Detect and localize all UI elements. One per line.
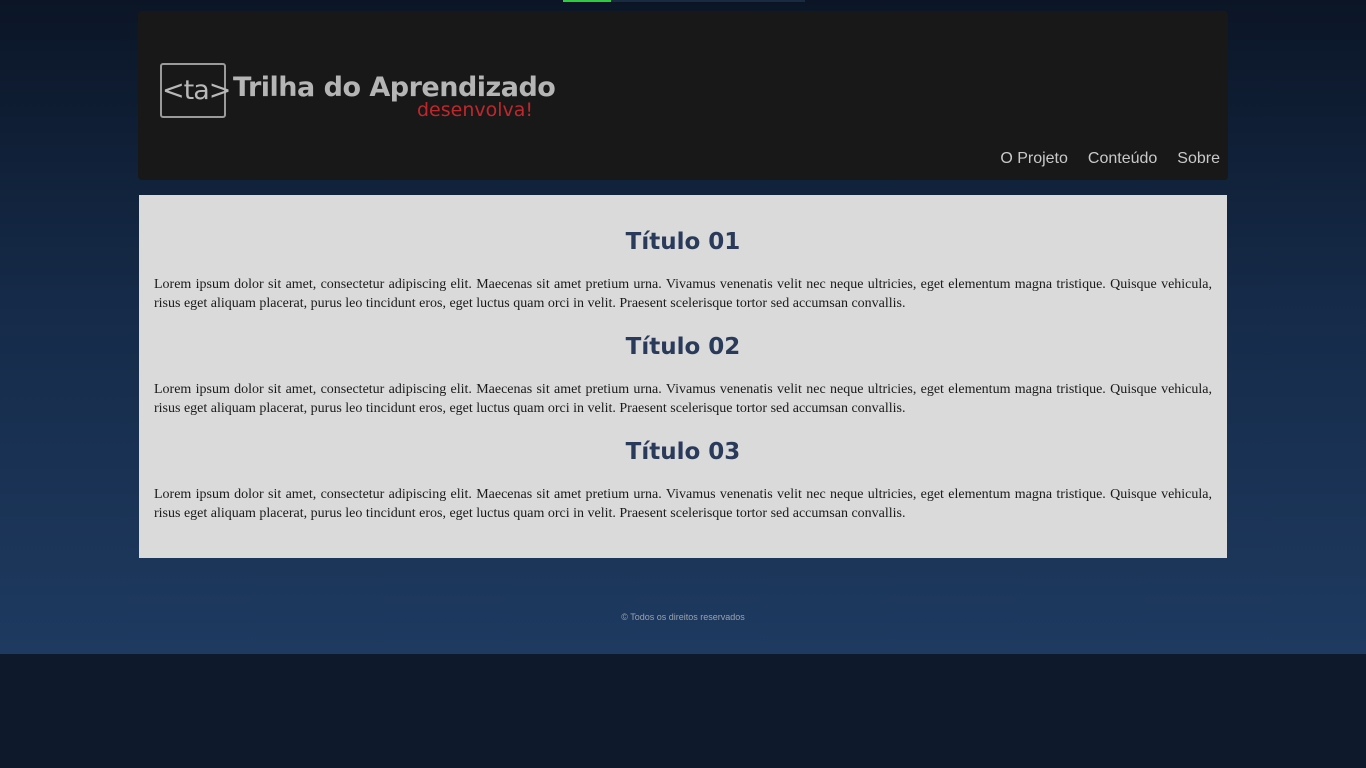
main-content: Título 01 Lorem ipsum dolor sit amet, co… — [139, 195, 1227, 558]
section-title: Título 02 — [625, 334, 741, 360]
site-footer: © Todos os direitos reservados — [0, 612, 1366, 622]
nav-link-sobre[interactable]: Sobre — [1177, 150, 1220, 168]
content-section: Título 01 Lorem ipsum dolor sit amet, co… — [154, 228, 1212, 313]
content-section: Título 02 Lorem ipsum dolor sit amet, co… — [154, 333, 1212, 418]
loading-progress-bar — [563, 0, 805, 2]
section-title: Título 03 — [625, 439, 741, 465]
section-text: Lorem ipsum dolor sit amet, consectetur … — [154, 277, 1212, 311]
nav-link-conteudo[interactable]: Conteúdo — [1088, 150, 1157, 168]
content-section: Título 03 Lorem ipsum dolor sit amet, co… — [154, 438, 1212, 523]
site-logo[interactable]: <ta> Trilha do Aprendizado desenvolva! — [160, 63, 556, 131]
main-nav: O Projeto Conteúdo Sobre — [1000, 150, 1220, 168]
loading-progress-fill — [563, 0, 611, 2]
logo-mark: <ta> — [160, 63, 231, 118]
nav-link-o-projeto[interactable]: O Projeto — [1000, 150, 1068, 168]
section-title: Título 01 — [625, 229, 741, 255]
section-text: Lorem ipsum dolor sit amet, consectetur … — [154, 382, 1212, 416]
section-text: Lorem ipsum dolor sit amet, consectetur … — [154, 487, 1212, 521]
copyright-text: © Todos os direitos reservados — [621, 612, 745, 622]
logo-tagline: desenvolva! — [417, 99, 534, 121]
site-header: <ta> Trilha do Aprendizado desenvolva! O… — [138, 11, 1228, 180]
